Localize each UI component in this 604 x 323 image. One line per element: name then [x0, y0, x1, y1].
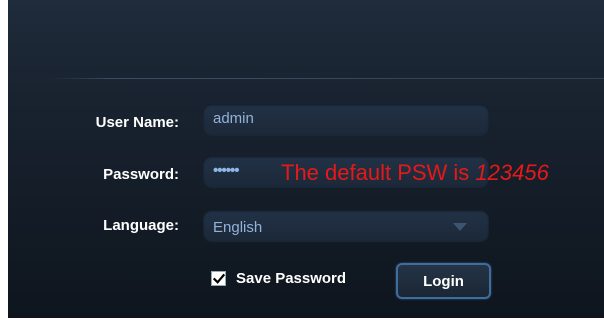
username-field[interactable]: admin: [203, 104, 489, 136]
password-masked-value: ••••••: [213, 162, 239, 179]
divider: [48, 78, 604, 79]
username-label: User Name:: [95, 114, 179, 131]
language-select[interactable]: English: [203, 210, 489, 242]
hint-default-code: 123456: [475, 160, 549, 185]
checkmark-icon: [213, 273, 225, 284]
username-value: admin: [213, 110, 254, 127]
hint-text: The default PSW is: [281, 160, 476, 185]
language-selected-value: English: [213, 219, 263, 236]
chevron-down-icon[interactable]: [453, 223, 467, 231]
login-button[interactable]: Login: [396, 263, 491, 299]
default-password-hint: The default PSW is 123456: [281, 160, 549, 186]
save-password-checkbox[interactable]: [211, 271, 226, 286]
language-label: Language:: [103, 217, 179, 234]
login-panel: User Name: admin Password: •••••• The de…: [8, 0, 604, 318]
password-label: Password:: [103, 166, 179, 183]
save-password-label[interactable]: Save Password: [236, 270, 346, 287]
